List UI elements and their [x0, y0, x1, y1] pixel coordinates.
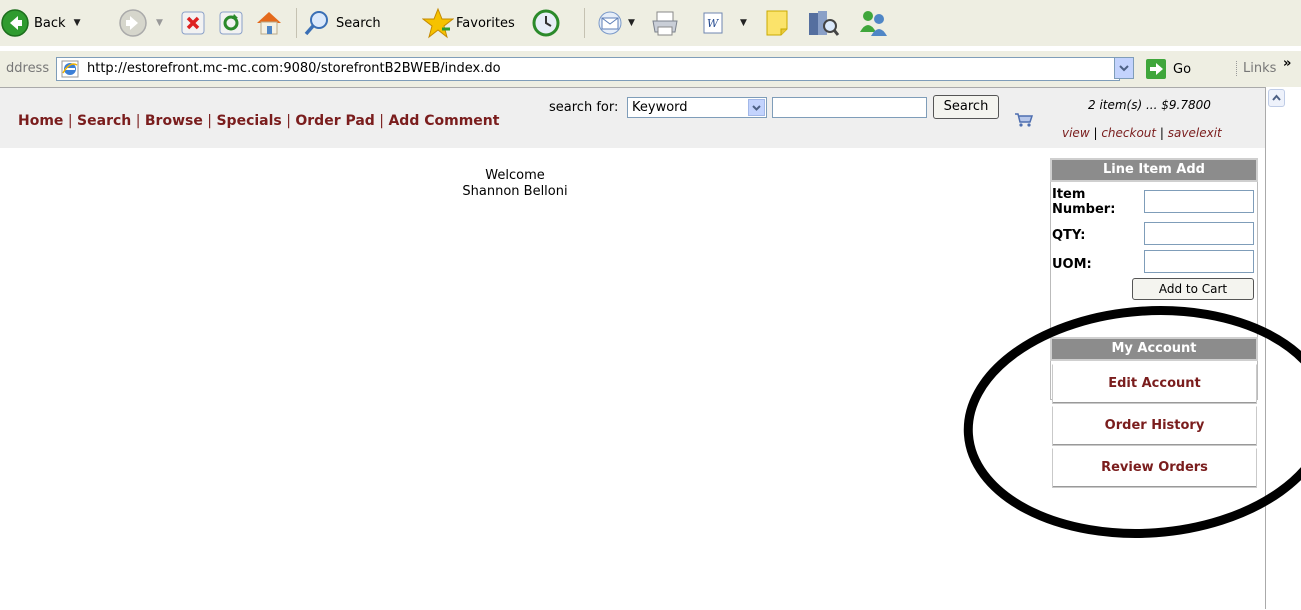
nav-separator: | [63, 113, 78, 129]
address-dropdown-button[interactable] [1114, 57, 1134, 79]
chevron-down-icon [1119, 65, 1129, 72]
svg-text:W: W [707, 17, 720, 30]
stop-icon [181, 11, 205, 35]
edit-account-link[interactable]: Edit Account [1052, 364, 1257, 404]
go-arrow-icon [1146, 59, 1166, 79]
toolbar-divider [584, 8, 585, 38]
back-label: Back [34, 15, 66, 31]
welcome-user-name: Shannon Belloni [462, 184, 568, 199]
item-number-label-line2: Number: [1052, 202, 1116, 217]
add-to-cart-button[interactable]: Add to Cart [1132, 278, 1254, 300]
cart-saveexit-link[interactable]: savelexit [1168, 126, 1222, 140]
messenger-people-icon [860, 11, 887, 36]
search-button[interactable]: Search [933, 95, 999, 119]
sticky-note-icon [766, 10, 788, 36]
back-arrow-icon [1, 9, 29, 37]
address-url: http://estorefront.mc-mc.com:9080/storef… [87, 61, 501, 76]
search-input[interactable] [772, 97, 927, 118]
back-dropdown-icon[interactable]: ▼ [74, 18, 81, 28]
search-label: search for: [549, 100, 619, 115]
shopping-cart-icon[interactable] [1014, 112, 1034, 128]
forward-button[interactable]: ▼ [118, 5, 163, 41]
nav-separator: | [131, 113, 145, 129]
stop-button[interactable] [180, 5, 206, 41]
forward-arrow-icon [119, 9, 147, 37]
links-chevron-icon[interactable]: » [1283, 56, 1291, 71]
nav-separator: | [281, 113, 296, 129]
search-toolbar-label: Search [336, 15, 381, 31]
mail-dropdown-icon[interactable]: ▼ [628, 18, 635, 28]
history-clock-icon [532, 9, 560, 37]
uom-label: UOM: [1052, 257, 1092, 272]
refresh-icon [219, 11, 243, 35]
search-type-selected: Keyword [632, 100, 688, 115]
printer-icon [652, 11, 678, 36]
scroll-up-button[interactable] [1268, 89, 1285, 107]
nav-separator: | [202, 113, 217, 129]
search-type-select[interactable]: Keyword [627, 97, 767, 118]
scrollbar-track [1265, 87, 1266, 609]
order-history-link[interactable]: Order History [1052, 406, 1257, 446]
messenger-button[interactable] [856, 5, 890, 41]
chevron-down-icon[interactable] [748, 99, 765, 116]
browser-toolbar: Back ▼ ▼ Search Favorites ▼ W ▼ [0, 0, 1301, 46]
search-toolbar-button[interactable]: Search [302, 5, 381, 41]
address-bar: ddress http://estorefront.mc-mc.com:9080… [0, 50, 1301, 87]
nav-home-link[interactable]: Home [18, 113, 63, 129]
welcome-heading: Welcome [485, 168, 545, 183]
mail-button[interactable]: ▼ [596, 5, 635, 41]
main-nav: Home | Search | Browse | Specials | Orde… [18, 113, 499, 129]
nav-browse-link[interactable]: Browse [145, 113, 203, 129]
refresh-button[interactable] [218, 5, 244, 41]
line-item-add-header: Line Item Add [1050, 158, 1258, 182]
item-number-input[interactable] [1144, 190, 1254, 213]
notes-button[interactable] [762, 5, 792, 41]
research-book-icon [809, 11, 840, 36]
vertical-scrollbar[interactable] [1265, 87, 1301, 609]
item-number-label: Item Number: [1052, 187, 1115, 217]
star-icon [422, 7, 454, 39]
history-button[interactable] [530, 5, 562, 41]
home-icon [257, 12, 281, 35]
nav-order-pad-link[interactable]: Order Pad [295, 113, 374, 129]
go-button[interactable]: Go [1146, 59, 1191, 79]
go-label: Go [1173, 61, 1192, 77]
nav-search-link[interactable]: Search [77, 113, 131, 129]
cart-view-link[interactable]: view [1062, 126, 1090, 140]
welcome-message: Welcome Shannon Belloni [440, 168, 590, 200]
research-button[interactable] [806, 5, 840, 41]
ie-page-icon [61, 60, 79, 78]
cart-summary: 2 item(s) ... $9.7800 [1088, 98, 1211, 112]
review-orders-link[interactable]: Review Orders [1052, 448, 1257, 488]
favorites-label: Favorites [456, 15, 515, 31]
forward-dropdown-icon[interactable]: ▼ [156, 18, 163, 28]
item-number-label-line1: Item [1052, 187, 1086, 202]
cart-checkout-link[interactable]: checkout [1101, 126, 1156, 140]
my-account-header: My Account [1050, 337, 1258, 361]
print-button[interactable] [650, 5, 680, 41]
nav-separator: | [374, 113, 389, 129]
chevron-up-icon [1272, 94, 1281, 101]
links-toolbar-label[interactable]: Links [1236, 61, 1276, 76]
back-button[interactable]: Back ▼ [0, 5, 80, 41]
address-label: ddress [6, 61, 50, 76]
favorites-button[interactable]: Favorites [422, 5, 515, 41]
address-input[interactable]: http://estorefront.mc-mc.com:9080/storef… [56, 57, 1120, 81]
edit-dropdown-icon[interactable]: ▼ [740, 18, 747, 28]
uom-input[interactable] [1144, 250, 1254, 273]
edit-button[interactable]: W ▼ [700, 5, 747, 41]
magnifier-icon [304, 11, 328, 36]
nav-add-comment-link[interactable]: Add Comment [388, 113, 499, 129]
cart-links: view | checkout | savelexit [1062, 126, 1222, 140]
page-header: Home | Search | Browse | Specials | Orde… [0, 88, 1265, 148]
toolbar-divider [296, 8, 297, 38]
nav-specials-link[interactable]: Specials [216, 113, 281, 129]
qty-input[interactable] [1144, 222, 1254, 245]
mail-icon [598, 11, 622, 35]
web-page: Home | Search | Browse | Specials | Orde… [0, 87, 1265, 610]
qty-label: QTY: [1052, 228, 1086, 243]
word-document-icon: W [703, 12, 723, 34]
home-button[interactable] [254, 5, 284, 41]
